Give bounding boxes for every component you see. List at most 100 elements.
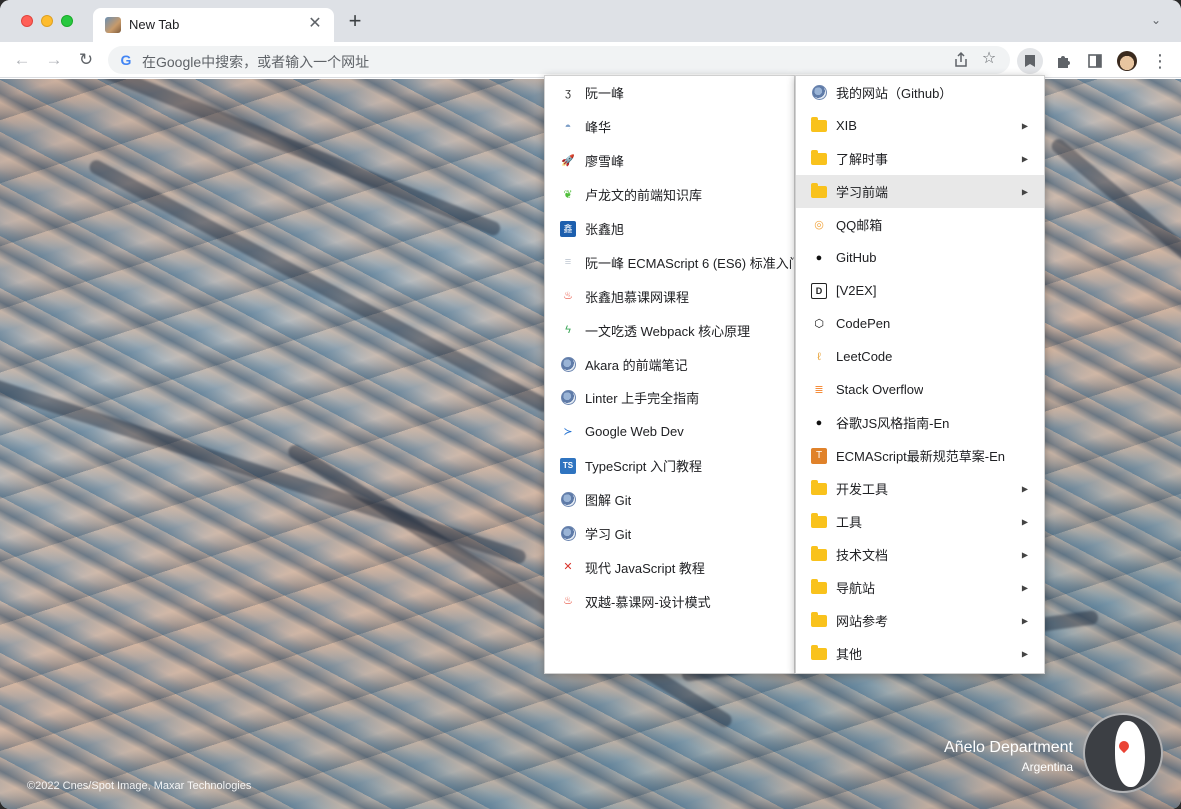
bookmark-label: Akara 的前端笔记: [585, 357, 688, 373]
bookmark-item[interactable]: ⬡ CodePen: [796, 307, 1044, 340]
globe-icon: [560, 492, 576, 508]
earth-view-globe-icon[interactable]: [1083, 713, 1163, 793]
window-close-button[interactable]: [21, 15, 33, 27]
reload-button[interactable]: ↻: [74, 48, 98, 72]
bookmark-label: TypeScript 入门教程: [585, 459, 703, 475]
tab-search-icon[interactable]: ⌄: [1151, 13, 1167, 29]
bookmark-label: 双越-慕课网-设计模式: [585, 594, 711, 610]
bookmark-folder[interactable]: 其他 ▶: [796, 637, 1044, 670]
bookmark-item[interactable]: 我的网站（Github）: [796, 76, 1044, 109]
bookmark-label: CodePen: [836, 316, 891, 331]
profile-avatar[interactable]: [1114, 48, 1140, 74]
bookmark-item[interactable]: ♨ 张鑫旭慕课网课程: [545, 279, 794, 313]
bookmark-item[interactable]: ◎ QQ邮箱: [796, 208, 1044, 241]
bookmark-item[interactable]: D [V2EX]: [796, 274, 1044, 307]
location-country[interactable]: Argentina: [1022, 760, 1073, 774]
bookmark-item[interactable]: ● GitHub: [796, 241, 1044, 274]
globe-icon: [811, 85, 827, 101]
bookmark-folder[interactable]: 了解时事 ▶: [796, 142, 1044, 175]
window-minimize-button[interactable]: [41, 15, 53, 27]
bookmark-label: 学习 Git: [585, 527, 632, 543]
qqmail-icon: ◎: [814, 218, 824, 231]
bookmark-item[interactable]: ≡ 阮一峰 ECMAScript 6 (ES6) 标准入门教程 第三版: [545, 245, 794, 279]
bookmark-label: 开发工具: [836, 482, 889, 497]
bookmark-folder[interactable]: 开发工具 ▶: [796, 472, 1044, 505]
submenu-arrow-icon: ▶: [1021, 484, 1028, 493]
back-button[interactable]: ←: [10, 48, 34, 72]
image-credit[interactable]: ©2022 Cnes/Spot Image, Maxar Technologie…: [27, 780, 251, 792]
bookmark-label: 学习前端: [836, 185, 889, 200]
browser-window: New Tab ✕ + ⌄ ← → ↻ G 在Google中搜索，或者输入一个网…: [0, 0, 1181, 809]
bookmark-item[interactable]: ℓ LeetCode: [796, 340, 1044, 373]
folder-icon: [811, 611, 827, 629]
forward-button[interactable]: →: [42, 48, 66, 72]
bookmark-star-icon[interactable]: ☆: [980, 50, 998, 68]
bookmark-label: QQ邮箱: [836, 218, 883, 233]
bookmark-folder[interactable]: 导航站 ▶: [796, 571, 1044, 604]
flame-icon: ♨: [563, 595, 573, 608]
tab-new-tab[interactable]: New Tab ✕: [93, 8, 334, 42]
terrain-ridge: [0, 79, 503, 238]
bookmark-folder[interactable]: 网站参考 ▶: [796, 604, 1044, 637]
share-icon[interactable]: [952, 51, 970, 69]
bookmark-label: GitHub: [836, 250, 877, 265]
bookmark-item[interactable]: ❦ 卢龙文的前端知识库: [545, 178, 794, 212]
codepen-icon: ⬡: [814, 317, 824, 330]
submenu-arrow-icon: ▶: [1021, 187, 1028, 196]
tab-title: New Tab: [129, 17, 180, 32]
tab-close-icon[interactable]: ✕: [306, 15, 324, 33]
bookmark-label: 网站参考: [836, 614, 889, 629]
address-bar[interactable]: G 在Google中搜索，或者输入一个网址 ☆: [108, 46, 1010, 74]
bookmark-item[interactable]: 🚀 廖雪峰: [545, 144, 794, 178]
bookmark-item[interactable]: TS TypeScript 入门教程: [545, 449, 794, 483]
js-tutorial-icon: ✕: [563, 561, 573, 574]
bookmark-folder[interactable]: 技术文档 ▶: [796, 538, 1044, 571]
folder-icon: [811, 479, 827, 497]
bookmark-item[interactable]: ≻ Google Web Dev: [545, 415, 794, 449]
bookmark-item[interactable]: ◓ 峰华: [545, 110, 794, 144]
folder-icon: [811, 512, 827, 530]
google-icon: G: [120, 52, 132, 68]
bookmark-item[interactable]: ✕ 现代 JavaScript 教程: [545, 550, 794, 584]
window-maximize-button[interactable]: [61, 15, 73, 27]
bookmark-label: 一文吃透 Webpack 核心原理: [585, 323, 751, 339]
bookmark-label: 阮一峰 ECMAScript 6 (ES6) 标准入门教程 第三版: [585, 255, 794, 271]
ts-icon: TS: [560, 457, 576, 474]
bookmark-label: 其他: [836, 647, 863, 662]
flame-icon: ♨: [563, 290, 573, 303]
ruanyifeng-icon: ʒ: [565, 86, 571, 99]
bookmarks-button[interactable]: [1017, 48, 1043, 74]
side-panel-icon[interactable]: [1082, 48, 1108, 74]
bookmark-label: 阮一峰: [585, 86, 625, 102]
bookmark-label: LeetCode: [836, 349, 893, 364]
bookmark-folder[interactable]: XIB ▶: [796, 109, 1044, 142]
bookmark-item[interactable]: ≣ Stack Overflow: [796, 373, 1044, 406]
location-name[interactable]: Añelo Department: [944, 739, 1073, 757]
address-bar-placeholder[interactable]: 在Google中搜索，或者输入一个网址: [142, 52, 369, 72]
folder-icon: [811, 116, 827, 134]
bookmark-label: [V2EX]: [836, 283, 877, 298]
submenu-arrow-icon: ▶: [1021, 154, 1028, 163]
bookmark-item[interactable]: ● 谷歌JS风格指南-En: [796, 406, 1044, 439]
extensions-puzzle-icon[interactable]: [1050, 48, 1076, 74]
bookmark-item[interactable]: 学习 Git: [545, 517, 794, 551]
bookmark-item[interactable]: T ECMAScript最新规范草案-En: [796, 439, 1044, 472]
bookmark-folder[interactable]: 学习前端 ▶: [796, 175, 1044, 208]
github-icon: ●: [815, 251, 823, 264]
bookmark-item[interactable]: ♨ 双越-慕课网-设计模式: [545, 584, 794, 618]
chrome-menu-icon[interactable]: ⋮: [1147, 48, 1173, 74]
browser-toolbar: ← → ↻ G 在Google中搜索，或者输入一个网址 ☆ ⋮: [0, 42, 1181, 78]
bookmark-item[interactable]: Linter 上手完全指南: [545, 381, 794, 415]
bookmark-label: ECMAScript最新规范草案-En: [836, 449, 1006, 464]
submenu-arrow-icon: ▶: [1021, 616, 1028, 625]
bookmark-folder[interactable]: 工具 ▶: [796, 505, 1044, 538]
bookmark-item[interactable]: 图解 Git: [545, 483, 794, 517]
new-tab-button[interactable]: +: [344, 10, 366, 33]
bookmark-label: 张鑫旭慕课网课程: [585, 289, 690, 305]
submenu-arrow-icon: ▶: [1021, 121, 1028, 130]
bookmark-item[interactable]: ʒ 阮一峰: [545, 76, 794, 110]
bookmark-item[interactable]: Akara 的前端笔记: [545, 347, 794, 381]
terrain-ridge: [0, 366, 528, 566]
bookmark-item[interactable]: ϟ 一文吃透 Webpack 核心原理: [545, 313, 794, 347]
bookmark-item[interactable]: 鑫张鑫旭: [545, 212, 794, 246]
